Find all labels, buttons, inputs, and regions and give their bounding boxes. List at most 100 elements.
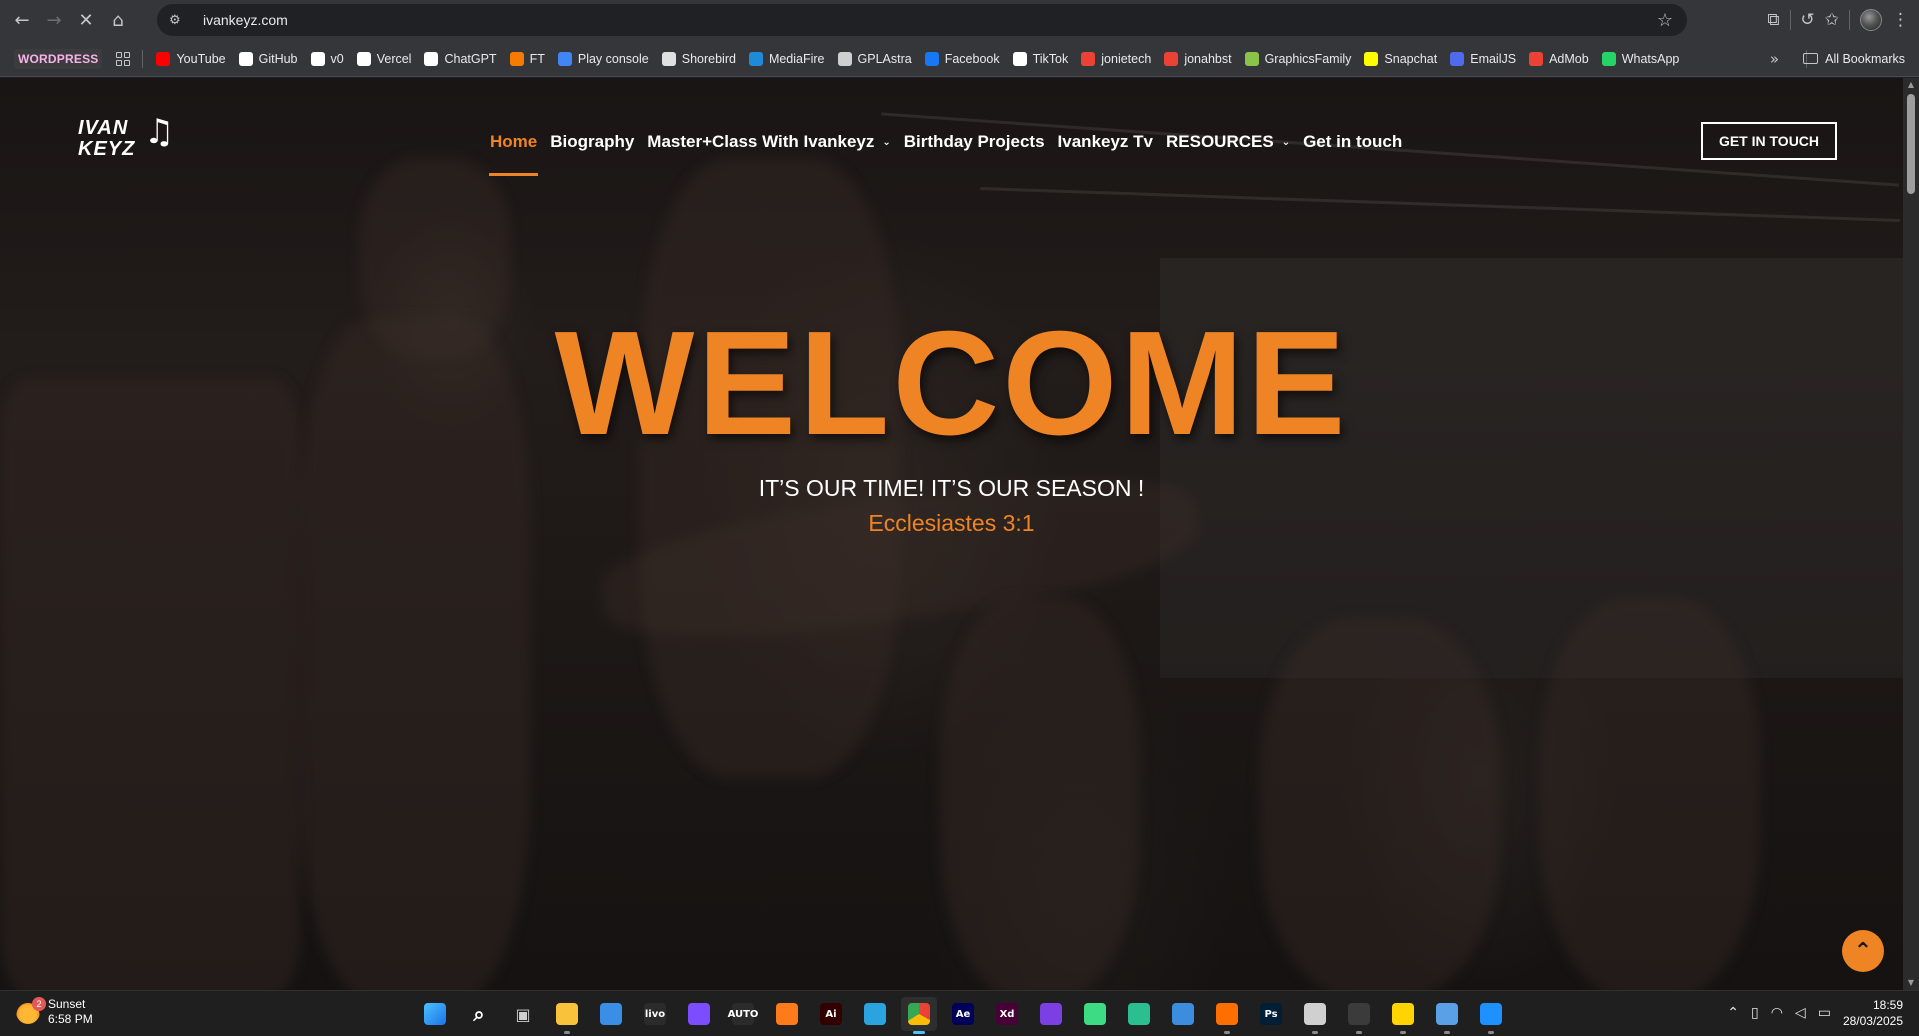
nav-item-get-in-touch[interactable]: Get in touch — [1303, 126, 1402, 158]
wifi-icon[interactable]: ◠ — [1771, 1005, 1783, 1021]
bookmark-whatsapp[interactable]: WhatsApp — [1601, 51, 1679, 66]
get-in-touch-button[interactable]: GET IN TOUCH — [1701, 122, 1837, 160]
auto-icon: AUTO — [728, 1003, 758, 1025]
nav-item-master-class-with-ivankeyz[interactable]: Master+Class With Ivankeyz ⌄ — [647, 126, 890, 158]
taskbar-app-dev-tool[interactable] — [1121, 997, 1157, 1031]
taskbar-app-sticky-notes[interactable] — [1385, 997, 1421, 1034]
background-figure — [1260, 618, 1500, 990]
taskbar-app-telegram[interactable] — [857, 997, 893, 1031]
nav-item-home[interactable]: Home — [488, 126, 539, 176]
bookmark-facebook[interactable]: Facebook — [924, 51, 1000, 66]
system-clock[interactable]: 18:59 28/03/2025 — [1843, 997, 1903, 1029]
taskbar-app-android-studio[interactable] — [1077, 997, 1113, 1031]
bookmark-ft[interactable]: FT — [509, 51, 545, 66]
bookmark-play-console[interactable]: Play console — [557, 51, 649, 66]
hero-scripture-reference: Ecclesiastes 3:1 — [868, 510, 1035, 536]
nav-item-label: Master+Class With Ivankeyz — [647, 132, 875, 151]
bookmark-graphicsfamily[interactable]: GraphicsFamily — [1244, 51, 1351, 66]
app-launcher-icon — [688, 1003, 710, 1025]
page-scrollbar[interactable]: ▲ ▼ — [1903, 78, 1919, 990]
url-text[interactable]: ivankeyz.com — [203, 12, 288, 28]
bookmark-vercel[interactable]: Vercel — [356, 51, 411, 66]
chatgpt-icon — [424, 51, 439, 66]
taskbar-app-terminal[interactable] — [1341, 997, 1377, 1034]
search-icon: ⌕ — [473, 1002, 485, 1026]
mediafire-icon — [748, 51, 763, 66]
history-icon[interactable]: ↺ — [1801, 10, 1815, 30]
folder-icon — [1803, 53, 1819, 64]
site-settings-icon[interactable]: ⚙ — [169, 13, 189, 28]
taskbar-app-orange-app[interactable] — [1209, 997, 1245, 1034]
battery-icon[interactable]: ▭ — [1818, 1005, 1831, 1021]
menu-kebab-icon[interactable]: ⋮ — [1892, 10, 1909, 30]
tiktok-icon — [1012, 51, 1027, 66]
scrollbar-thumb[interactable] — [1907, 94, 1915, 194]
background-truss — [980, 186, 1900, 223]
taskbar-app-vmware[interactable] — [1165, 997, 1201, 1031]
taskbar-app-task-view[interactable]: ▣ — [505, 997, 541, 1031]
back-arrow-icon[interactable]: ← — [6, 5, 38, 37]
bookmark-tiktok[interactable]: TikTok — [1012, 51, 1068, 66]
taskbar-app-adobe-xd[interactable]: Xd — [989, 997, 1025, 1031]
taskbar-app-unity[interactable] — [1297, 997, 1333, 1034]
taskbar-app-illustrator[interactable]: Ai — [813, 997, 849, 1031]
bookmark-wordpress[interactable]: WORDPRESS — [14, 48, 103, 69]
bookmark-label: jonahbst — [1184, 51, 1232, 66]
bookmarks-manager-icon[interactable]: ✩ — [1825, 10, 1839, 30]
stop-loading-icon[interactable]: ✕ — [70, 5, 102, 37]
bookmark-admob[interactable]: AdMob — [1529, 51, 1589, 66]
nav-item-label: Home — [490, 132, 538, 151]
bookmark-github[interactable]: GitHub — [238, 51, 298, 66]
taskbar-app-magnifier-app[interactable] — [769, 997, 805, 1031]
photoshop-icon: Ps — [1260, 1003, 1282, 1025]
taskbar-app-github-desktop[interactable] — [1033, 997, 1069, 1031]
bookmark-mediafire[interactable]: MediaFire — [748, 51, 825, 66]
taskbar-app-chrome[interactable] — [901, 997, 937, 1034]
nav-item-ivankeyz-tv[interactable]: Ivankeyz Tv — [1058, 126, 1153, 158]
scroll-up-arrow-icon[interactable]: ▲ — [1903, 78, 1919, 92]
weather-widget[interactable]: 2 Sunset 6:58 PM — [16, 997, 93, 1027]
apps-grid-icon[interactable] — [116, 51, 131, 66]
bookmark-gplastra[interactable]: GPLAstra — [837, 51, 912, 66]
volume-icon[interactable]: ◁ — [1795, 1005, 1806, 1021]
taskbar-app-windows-start[interactable] — [417, 997, 453, 1031]
taskbar-app-remote-desktop[interactable] — [1429, 997, 1465, 1034]
taskbar-app-microsoft-store[interactable] — [593, 997, 629, 1031]
bookmark-star-icon[interactable]: ☆ — [1657, 10, 1673, 31]
nav-item-biography[interactable]: Biography — [550, 126, 634, 158]
bookmark-jonietech[interactable]: jonietech — [1081, 51, 1151, 66]
bookmark-shorebird[interactable]: Shorebird — [661, 51, 736, 66]
bookmark-v0[interactable]: v0 — [310, 51, 344, 66]
taskbar-app-search[interactable]: ⌕ — [461, 997, 497, 1031]
taskbar-app-photoshop[interactable]: Ps — [1253, 997, 1289, 1031]
scroll-down-arrow-icon[interactable]: ▼ — [1903, 976, 1919, 990]
usb-icon[interactable]: ▯ — [1751, 1005, 1759, 1021]
taskbar-app-after-effects[interactable]: Ae — [945, 997, 981, 1031]
show-hidden-icons-chevron-icon[interactable]: ⌃ — [1727, 1005, 1739, 1021]
taskbar-app-app-launcher[interactable] — [681, 997, 717, 1031]
taskbar-app-auto[interactable]: AUTO — [725, 997, 761, 1031]
bookmark-youtube[interactable]: YouTube — [156, 51, 226, 66]
address-bar[interactable]: ⚙ ivankeyz.com ☆ — [157, 4, 1687, 36]
forward-arrow-icon[interactable]: → — [38, 5, 70, 37]
all-bookmarks-button[interactable]: All Bookmarks — [1803, 52, 1905, 66]
nav-item-birthday-projects[interactable]: Birthday Projects — [904, 126, 1045, 158]
scroll-to-top-button[interactable]: ⌃ — [1842, 930, 1884, 972]
github-icon — [238, 51, 253, 66]
site-logo[interactable]: IVAN KEYZ ♫ — [78, 115, 190, 164]
bookmark-emailjs[interactable]: EmailJS — [1450, 51, 1516, 66]
sticky-notes-icon — [1392, 1003, 1414, 1025]
taskbar-app-livo[interactable]: livo — [637, 997, 673, 1031]
taskbar-app-file-explorer[interactable] — [549, 997, 585, 1034]
profile-avatar[interactable] — [1860, 9, 1882, 31]
bookmark-label: Shorebird — [681, 51, 736, 66]
bookmark-snapchat[interactable]: Snapchat — [1364, 51, 1437, 66]
bookmark-chatgpt[interactable]: ChatGPT — [424, 51, 497, 66]
bookmark-jonahbst[interactable]: jonahbst — [1164, 51, 1232, 66]
extensions-icon[interactable]: ⧉ — [1767, 10, 1779, 30]
nav-item-resources[interactable]: RESOURCES ⌄ — [1166, 126, 1290, 158]
taskbar-app-vscode[interactable] — [1473, 997, 1509, 1034]
more-bookmarks-chevron-icon[interactable]: » — [1770, 50, 1779, 68]
emailjs-icon — [1450, 51, 1465, 66]
home-icon[interactable]: ⌂ — [102, 5, 134, 37]
